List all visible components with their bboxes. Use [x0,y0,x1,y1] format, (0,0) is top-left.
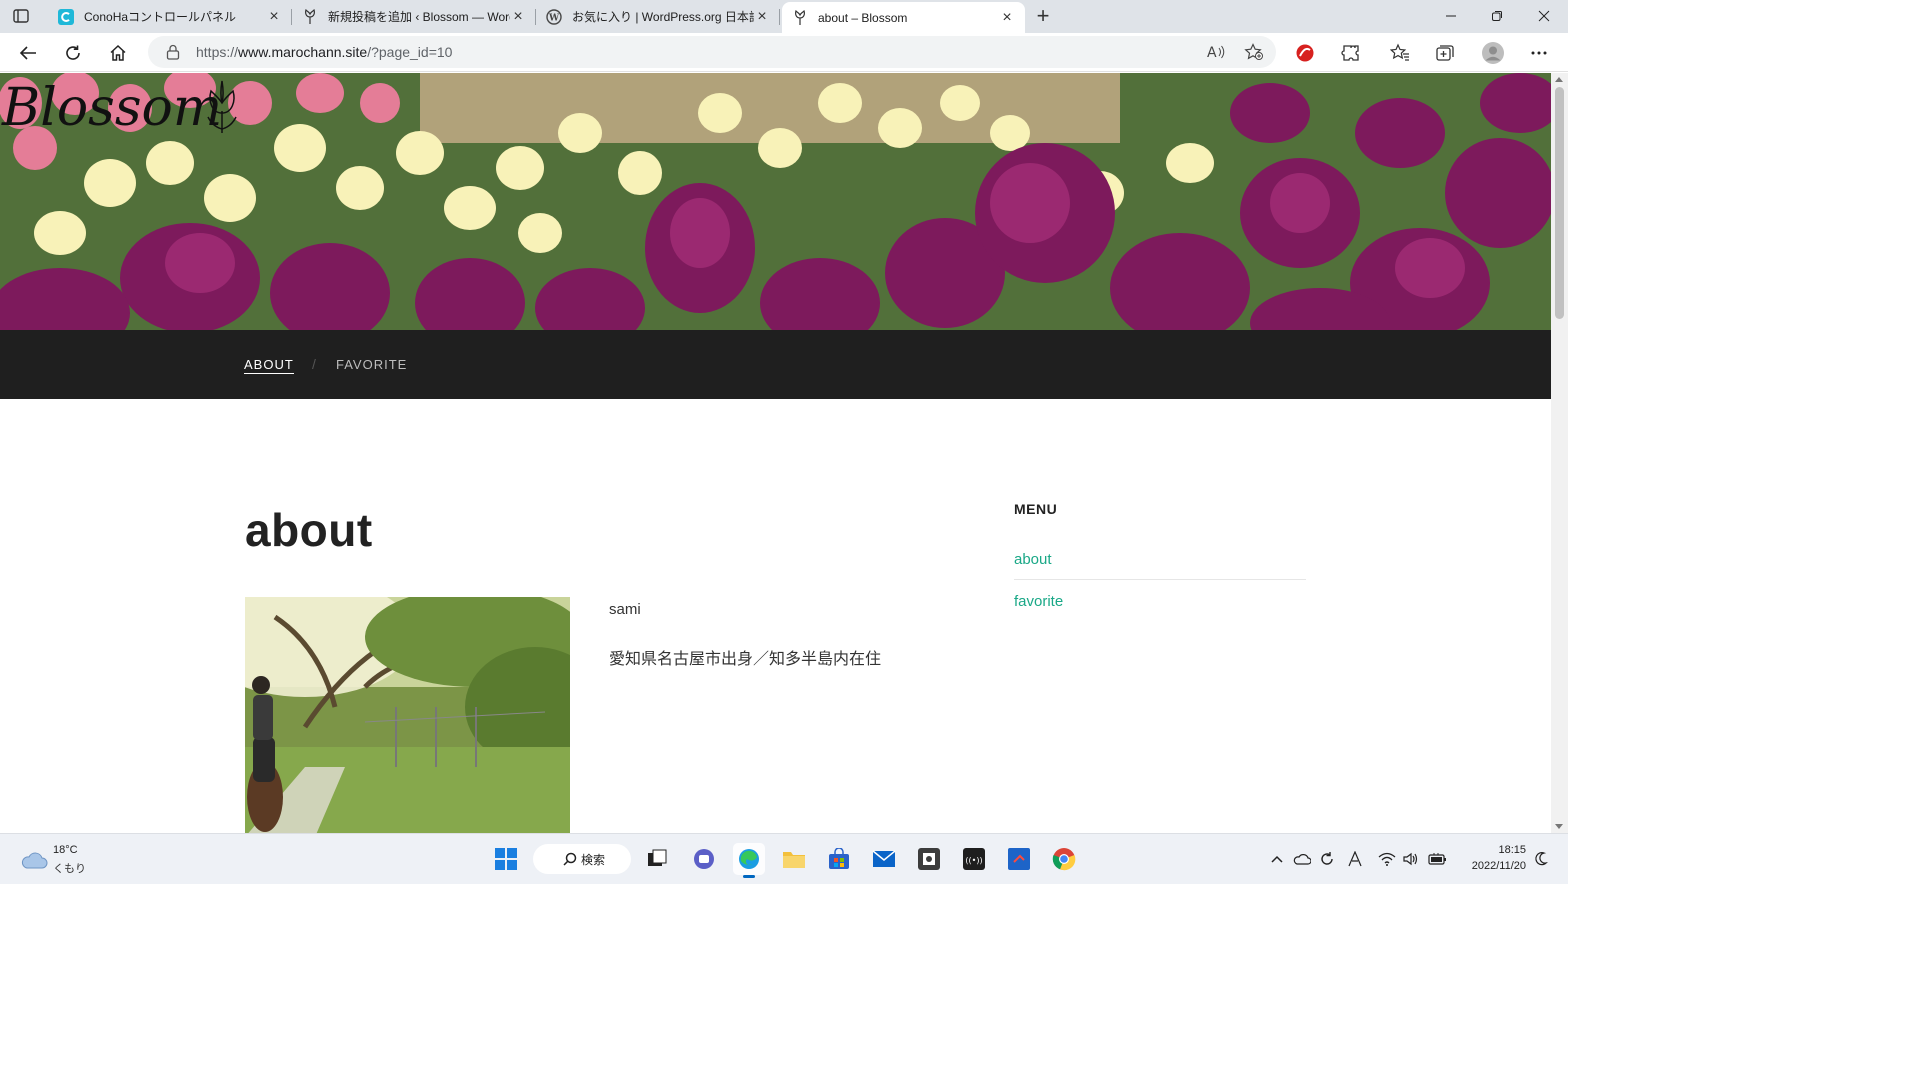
back-icon[interactable] [15,40,41,66]
search-label: 検索 [581,852,606,867]
url-host: www.marochann.site [238,44,368,60]
add-favorite-icon[interactable] [1244,43,1264,66]
sidebar-link-favorite[interactable]: favorite [1014,593,1063,610]
tab-title: 新規投稿を追加 ‹ Blossom — WordPress [328,10,510,24]
nav-item-favorite[interactable]: FAVORITE [336,357,407,372]
wordpress-icon: W [546,8,562,25]
taskbar-search[interactable]: 検索 [533,844,631,874]
close-window-icon[interactable] [1521,0,1567,32]
nav-separator: / [312,356,316,372]
profile-origin: 愛知県名古屋市出身／知多半島内在住 [609,651,882,668]
scroll-down-icon[interactable] [1555,824,1563,829]
tab-about-blossom[interactable]: about – Blossom × [782,2,1025,33]
collections-icon[interactable] [1432,40,1458,66]
browser-toolbar: https://www.marochann.site/?page_id=10 A [0,33,1568,72]
close-tab-icon[interactable]: × [754,8,770,25]
profile-avatar-icon[interactable] [1480,40,1506,66]
weather-temp: 18°C [53,844,78,856]
sidebar-link-about[interactable]: about [1014,551,1052,568]
conoha-icon [58,8,74,25]
file-explorer-icon[interactable] [778,843,810,875]
svg-text:((•)): ((•)) [965,856,982,865]
home-icon[interactable] [105,40,131,66]
svg-text:A: A [1207,45,1217,61]
restore-icon[interactable] [1474,0,1520,32]
weather-widget[interactable]: 18°C くもり [18,842,98,878]
page-viewport: Blossom ABOUT / FAVORITE about sami 愛知県名… [0,73,1551,833]
sync-icon[interactable] [1318,850,1336,868]
more-menu-icon[interactable] [1526,40,1552,66]
read-aloud-icon[interactable]: A [1206,43,1226,66]
url-path: /?page_id=10 [367,44,453,60]
tab-title: about – Blossom [818,10,908,25]
url-text[interactable]: https://www.marochann.site/?page_id=10 [196,44,452,60]
search-icon [563,852,577,869]
tab-actions-icon[interactable] [12,7,32,25]
store-icon[interactable] [823,843,855,875]
cloud-icon [20,850,48,875]
extension-red-icon[interactable] [1292,40,1318,66]
notification-moon-icon[interactable] [1532,850,1550,868]
tab-title: お気に入り | WordPress.org 日本語 [572,10,754,24]
wifi-icon[interactable] [1378,850,1396,868]
primary-nav: ABOUT / FAVORITE [0,330,1551,399]
profile-photo [245,597,570,833]
tab-conoha[interactable]: ConoHaコントロールパネル × [48,2,292,31]
page-title: about [245,504,373,556]
taskbar-clock[interactable]: 18:15 2022/11/20 [1458,842,1526,874]
start-icon[interactable] [490,843,522,875]
battery-icon[interactable] [1428,850,1446,868]
blossom-favicon [302,8,318,25]
page-scrollbar[interactable] [1551,73,1568,833]
url-scheme: https:// [196,44,239,60]
tab-favorites-wporg[interactable]: W お気に入り | WordPress.org 日本語 × [536,2,780,31]
podcast-app-icon[interactable]: ((•)) [958,843,990,875]
edge-icon[interactable] [733,843,765,878]
svg-text:W: W [548,13,560,23]
snipping-tool-icon[interactable] [913,843,945,875]
lock-icon[interactable] [166,44,180,65]
minimize-icon[interactable] [1428,0,1474,32]
chevron-up-icon[interactable] [1268,850,1286,868]
close-tab-icon[interactable]: × [999,9,1015,26]
tab-new-post[interactable]: 新規投稿を追加 ‹ Blossom — WordPress × [292,2,536,31]
divider [1014,579,1306,580]
browser-tab-strip: ConoHaコントロールパネル × 新規投稿を追加 ‹ Blossom — Wo… [0,0,1568,33]
mail-icon[interactable] [868,843,900,875]
sidebar-menu-title: MENU [1014,501,1058,517]
remote-app-icon[interactable] [1003,843,1035,875]
ime-icon[interactable] [1346,850,1364,868]
onedrive-icon[interactable] [1293,850,1311,868]
close-tab-icon[interactable]: × [266,8,282,25]
close-tab-icon[interactable]: × [510,8,526,25]
blossom-favicon [792,9,808,26]
task-view-icon[interactable] [641,843,673,875]
volume-icon[interactable] [1402,850,1420,868]
windows-taskbar: 18°C くもり 検索 ((•)) 18:15 2022/11/20 [0,833,1568,884]
nav-item-about[interactable]: ABOUT [244,357,294,374]
profile-name: sami [609,601,641,618]
scroll-up-icon[interactable] [1555,77,1563,82]
new-tab-icon[interactable]: + [1032,5,1054,27]
chrome-icon[interactable] [1048,843,1080,875]
tab-title: ConoHaコントロールパネル [84,10,237,24]
clock-date: 2022/11/20 [1471,860,1526,872]
favorites-icon[interactable] [1387,40,1413,66]
scroll-thumb[interactable] [1555,87,1564,319]
refresh-icon[interactable] [60,40,86,66]
svg-text:Blossom: Blossom [1,78,222,138]
teams-chat-icon[interactable] [688,843,720,875]
site-logo[interactable]: Blossom [0,73,250,143]
extensions-icon[interactable] [1338,40,1364,66]
weather-condition: くもり [53,863,86,875]
address-bar[interactable]: https://www.marochann.site/?page_id=10 A [148,36,1276,68]
clock-time: 18:15 [1498,844,1526,856]
header-image: Blossom [0,73,1551,330]
